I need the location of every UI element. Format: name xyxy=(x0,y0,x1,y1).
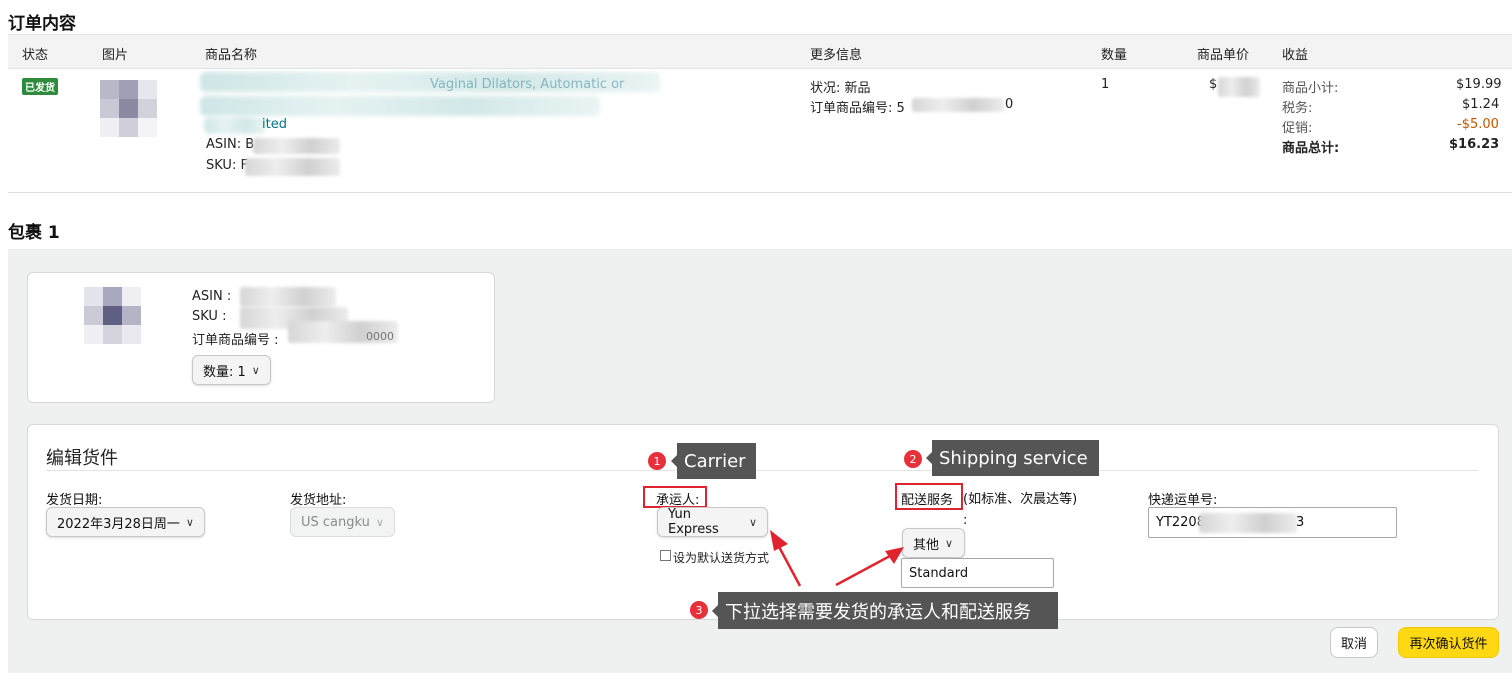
annotation-arrows xyxy=(770,530,904,587)
arrow-to-service-icon xyxy=(835,547,904,587)
arrow-to-carrier-icon xyxy=(770,530,802,587)
